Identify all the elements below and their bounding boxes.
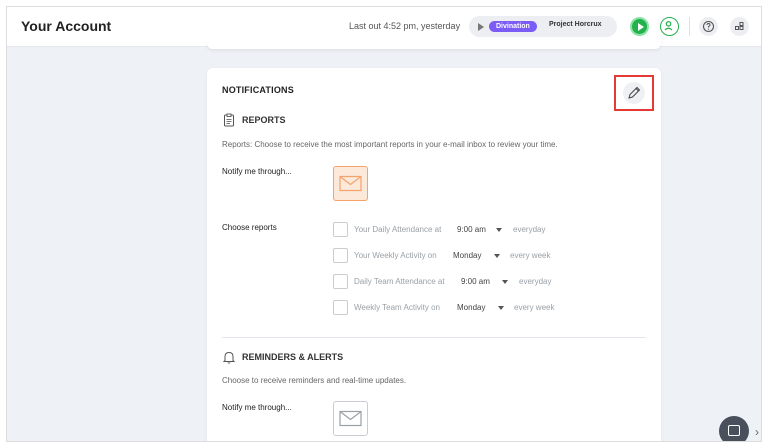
edit-button[interactable] — [614, 75, 654, 111]
report-text: Daily Team Attendance at — [354, 277, 445, 286]
report-option-daily-attendance[interactable]: Your Daily Attendance at 9:00 am everyda… — [333, 222, 573, 238]
report-text: Your Daily Attendance at — [354, 225, 442, 234]
timer-widget[interactable]: Divination Project Horcrux — [469, 16, 617, 37]
play-icon[interactable] — [478, 23, 484, 31]
report-day-select[interactable]: Monday — [457, 303, 485, 312]
reminders-notify-label: Notify me through... — [222, 403, 292, 412]
previous-card-edge — [207, 37, 661, 49]
report-text: Your Weekly Activity on — [354, 251, 437, 260]
report-frequency: everyday — [519, 277, 552, 286]
report-option-team-attendance[interactable]: Daily Team Attendance at 9:00 am everyda… — [333, 274, 573, 290]
reports-heading-label: REPORTS — [242, 115, 286, 125]
chevron-right-icon[interactable]: › — [755, 425, 759, 439]
task-name: Project Horcrux — [549, 21, 602, 28]
start-timer-button[interactable] — [630, 17, 649, 36]
email-icon — [339, 175, 362, 192]
reminders-description: Choose to receive reminders and real-tim… — [222, 376, 407, 385]
app-window: Your Account Last out 4:52 pm, yesterday… — [6, 6, 762, 442]
report-day-select[interactable]: Monday — [453, 251, 481, 260]
report-time-select[interactable]: 9:00 am — [461, 277, 490, 286]
page-title: Your Account — [21, 18, 112, 34]
report-option-weekly-activity[interactable]: Your Weekly Activity on Monday every wee… — [333, 248, 573, 264]
report-checkbox[interactable] — [333, 300, 348, 315]
toolbar-divider — [689, 17, 690, 36]
apps-icon[interactable] — [730, 17, 749, 36]
pencil-icon[interactable] — [623, 82, 645, 104]
bell-icon — [222, 351, 236, 364]
help-icon[interactable] — [699, 17, 718, 36]
choose-reports-label: Choose reports — [222, 223, 277, 232]
clipboard-icon — [224, 113, 234, 127]
email-icon — [339, 410, 362, 427]
reports-notify-label: Notify me through... — [222, 167, 292, 176]
chevron-down-icon[interactable] — [502, 280, 508, 284]
reports-heading: REPORTS — [222, 113, 286, 129]
reports-description: Reports: Choose to receive the most impo… — [222, 140, 558, 149]
report-checkbox[interactable] — [333, 222, 348, 237]
chat-button[interactable] — [719, 416, 749, 441]
project-badge: Divination — [489, 21, 537, 32]
chat-icon — [728, 425, 740, 436]
reminders-heading-label: REMINDERS & ALERTS — [242, 352, 344, 362]
section-divider — [222, 337, 646, 338]
report-time-select[interactable]: 9:00 am — [457, 225, 486, 234]
last-out-status: Last out 4:52 pm, yesterday — [349, 21, 461, 31]
report-checkbox[interactable] — [333, 274, 348, 289]
report-frequency: everyday — [513, 225, 546, 234]
chevron-down-icon[interactable] — [498, 306, 504, 310]
chevron-down-icon[interactable] — [494, 254, 500, 258]
report-frequency: every week — [514, 303, 555, 312]
user-icon[interactable] — [660, 17, 679, 36]
reports-email-toggle[interactable] — [333, 166, 368, 201]
report-option-team-activity[interactable]: Weekly Team Activity on Monday every wee… — [333, 300, 578, 316]
report-text: Weekly Team Activity on — [354, 303, 440, 312]
notifications-title: NOTIFICATIONS — [222, 85, 294, 95]
chevron-down-icon[interactable] — [496, 228, 502, 232]
reminders-heading: REMINDERS & ALERTS — [222, 350, 343, 366]
notifications-card: NOTIFICATIONS REPORTS Reports: Choose to… — [207, 68, 661, 441]
report-frequency: every week — [510, 251, 551, 260]
report-checkbox[interactable] — [333, 248, 348, 263]
reminders-email-toggle[interactable] — [333, 401, 368, 436]
